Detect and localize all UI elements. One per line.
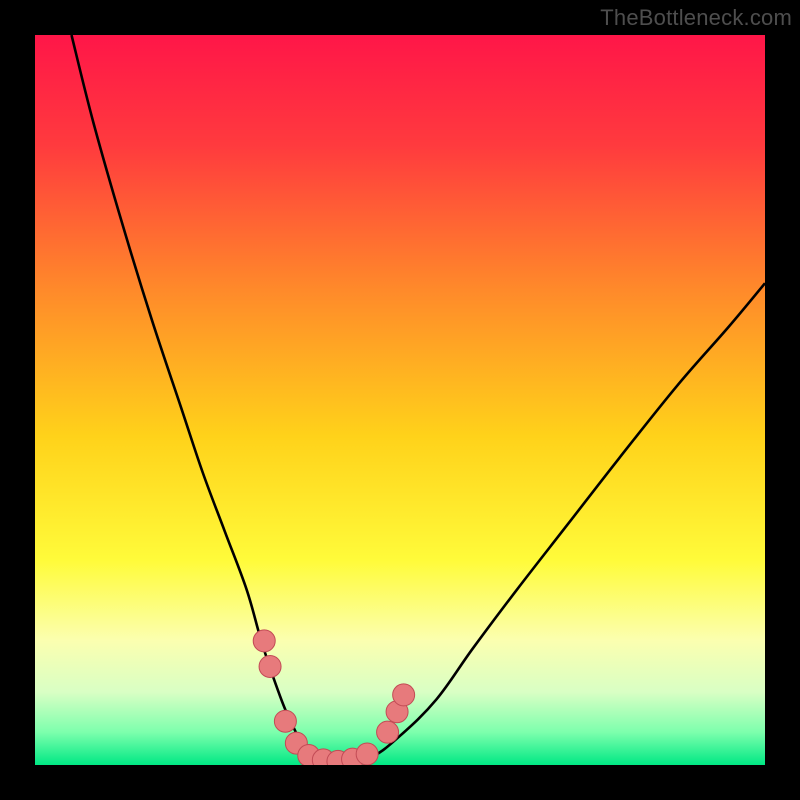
data-point xyxy=(393,684,415,706)
outer-frame: TheBottleneck.com xyxy=(0,0,800,800)
data-point xyxy=(259,655,281,677)
gradient-background xyxy=(35,35,765,765)
data-point xyxy=(377,721,399,743)
watermark-text: TheBottleneck.com xyxy=(600,5,792,31)
chart-area xyxy=(35,35,765,765)
data-point xyxy=(356,743,378,765)
data-point xyxy=(253,630,275,652)
data-point xyxy=(274,710,296,732)
bottleneck-chart xyxy=(35,35,765,765)
